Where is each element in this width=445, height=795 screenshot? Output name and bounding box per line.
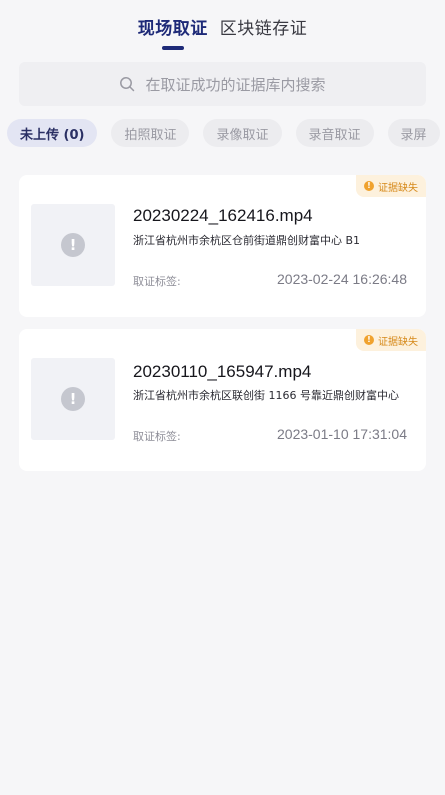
- missing-file-icon: !: [61, 387, 85, 411]
- status-badge-label: 证据缺失: [378, 182, 418, 194]
- file-name: 20230110_165947.mp4: [133, 362, 312, 381]
- filter-chip-photo[interactable]: 拍照取证: [111, 119, 190, 147]
- evidence-card[interactable]: ! 证据缺失 ! 20230224_162416.mp4 浙江省杭州市余杭区仓前…: [19, 175, 426, 317]
- evidence-tag-label: 取证标签:: [133, 275, 181, 288]
- status-badge: ! 证据缺失: [356, 329, 426, 351]
- search-input[interactable]: 在取证成功的证据库内搜索: [19, 62, 426, 106]
- evidence-card[interactable]: ! 证据缺失 ! 20230110_165947.mp4 浙江省杭州市余杭区联创…: [19, 329, 426, 471]
- filter-chip-screen-record[interactable]: 录屏: [387, 119, 440, 147]
- capture-timestamp: 2023-02-24 16:26:48: [277, 271, 407, 287]
- filter-chip-audio[interactable]: 录音取证: [295, 119, 374, 147]
- filter-chip-not-uploaded[interactable]: 未上传 (0): [7, 119, 98, 147]
- filter-chip-video[interactable]: 录像取证: [203, 119, 282, 147]
- location-address: 浙江省杭州市余杭区仓前街道鼎创财富中心 B1: [133, 234, 361, 247]
- warning-icon: !: [364, 335, 374, 345]
- location-address: 浙江省杭州市余杭区联创街 1166 号靠近鼎创财富中心: [133, 389, 399, 402]
- search-icon: [119, 76, 135, 92]
- status-badge-label: 证据缺失: [378, 336, 418, 348]
- warning-icon: !: [364, 181, 374, 191]
- video-thumbnail[interactable]: !: [31, 358, 115, 440]
- search-placeholder: 在取证成功的证据库内搜索: [145, 75, 326, 94]
- capture-timestamp: 2023-01-10 17:31:04: [277, 426, 407, 442]
- evidence-tag-label: 取证标签:: [133, 430, 181, 443]
- filter-chip-bar: 未上传 (0) 拍照取证 录像取证 录音取证 录屏: [7, 119, 445, 149]
- tab-onsite-evidence[interactable]: 现场取证: [138, 14, 208, 39]
- top-tab-bar: 现场取证 区块链存证: [0, 0, 445, 52]
- video-thumbnail[interactable]: !: [31, 204, 115, 286]
- tab-blockchain-storage[interactable]: 区块链存证: [220, 14, 308, 39]
- missing-file-icon: !: [61, 233, 85, 257]
- status-badge: ! 证据缺失: [356, 175, 426, 197]
- file-name: 20230224_162416.mp4: [133, 206, 313, 225]
